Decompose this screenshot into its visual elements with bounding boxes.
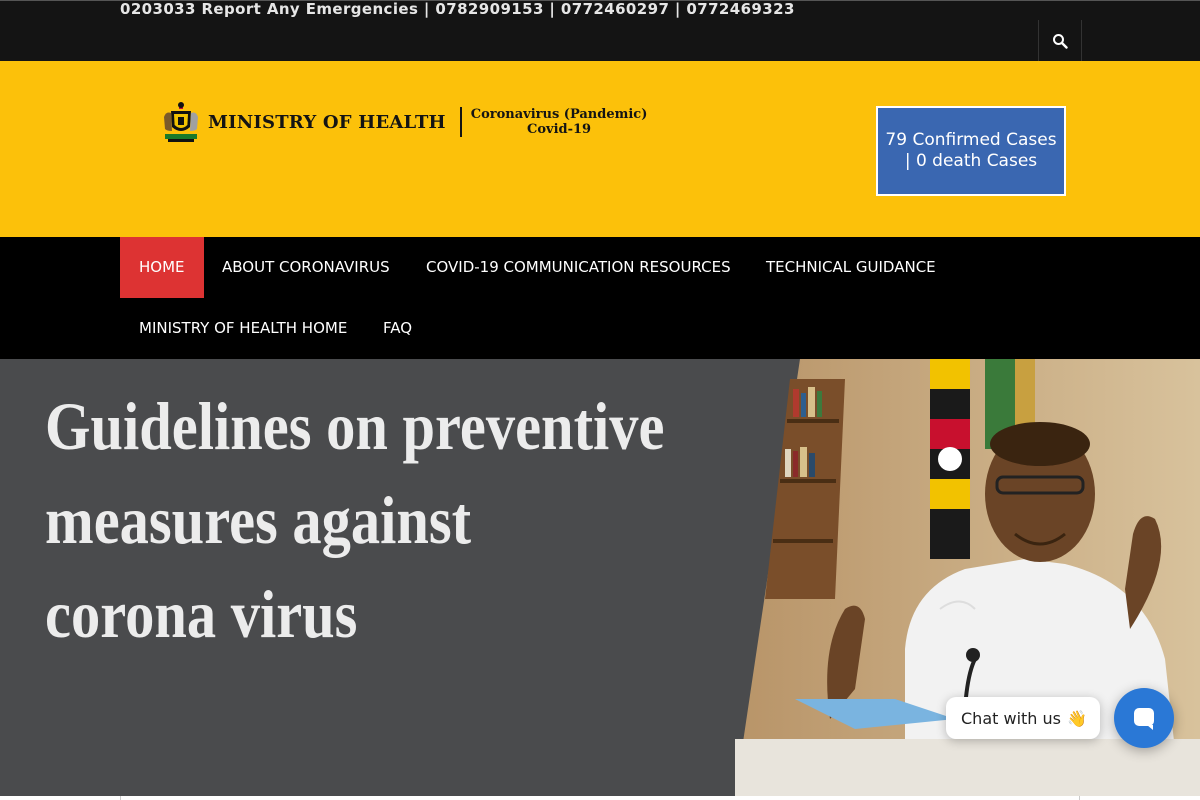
nav-item-ministry-home[interactable]: MINISTRY OF HEALTH HOME (120, 298, 366, 359)
site-header: MINISTRY OF HEALTH Coronavirus (Pandemic… (0, 61, 1200, 237)
nav-item-about-coronavirus[interactable]: ABOUT CORONAVIRUS (203, 237, 409, 298)
ministry-name: MINISTRY OF HEALTH (208, 111, 446, 133)
uganda-coat-of-arms-icon (164, 102, 198, 142)
hero-line-3: corona virus (45, 576, 358, 652)
site-logo[interactable]: MINISTRY OF HEALTH Coronavirus (Pandemic… (162, 101, 647, 143)
nav-item-home[interactable]: HOME (120, 237, 204, 298)
chat-icon (1134, 708, 1154, 730)
main-nav: HOME ABOUT CORONAVIRUS COVID-19 COMMUNIC… (0, 237, 1200, 359)
nav-item-faq[interactable]: FAQ (364, 298, 431, 359)
wave-emoji-icon: 👋 (1066, 708, 1087, 728)
chat-label: Chat with us (961, 708, 1061, 728)
covid-subtitle: Coronavirus (Pandemic) Covid-19 (471, 107, 648, 137)
emergency-ticker: 0203033 Report Any Emergencies | 0782909… (120, 0, 795, 18)
search-icon (1053, 33, 1068, 49)
top-bar: 0203033 Report Any Emergencies | 0782909… (0, 0, 1200, 61)
right-border (1079, 796, 1080, 800)
subtitle-line-1: Coronavirus (Pandemic) (470, 107, 648, 122)
nav-item-communication-resources[interactable]: COVID-19 COMMUNICATION RESOURCES (407, 237, 750, 298)
hero-line-1: Guidelines on preventive (45, 388, 665, 464)
nav-item-technical-guidance[interactable]: TECHNICAL GUIDANCE (747, 237, 955, 298)
left-border (120, 796, 121, 800)
hero-line-2: measures against (45, 482, 472, 558)
hero-headline: Guidelines on preventive measures agains… (45, 379, 664, 661)
subtitle-line-2: Covid-19 (527, 122, 592, 137)
content-edge (0, 796, 1200, 800)
cases-counter[interactable]: 79 Confirmed Cases | 0 death Cases (876, 106, 1066, 196)
search-button[interactable] (1038, 20, 1082, 61)
logo-divider (459, 107, 462, 137)
chat-with-us-bubble[interactable]: Chat with us 👋 (946, 697, 1100, 739)
chat-launcher-button[interactable] (1114, 688, 1174, 748)
